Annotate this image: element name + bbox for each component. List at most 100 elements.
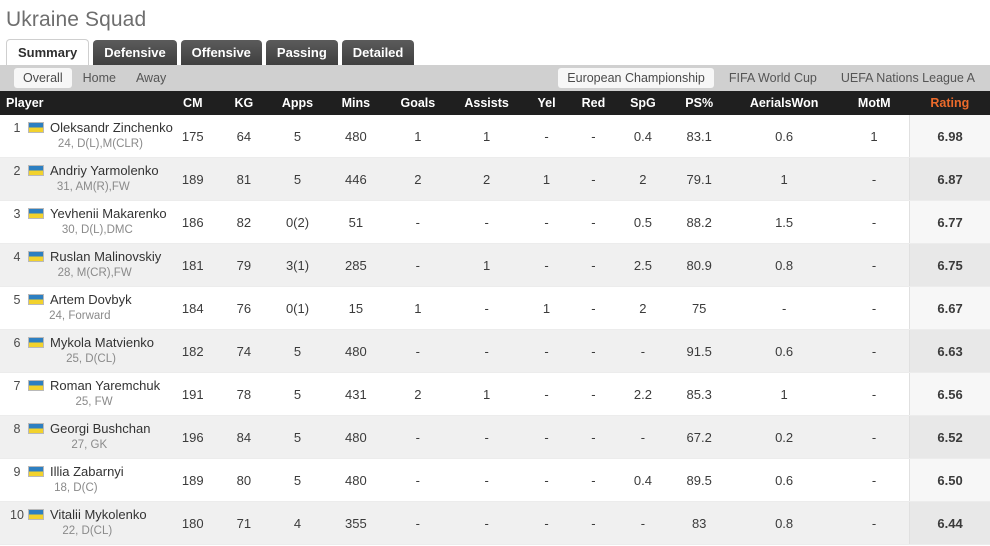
- player-name[interactable]: Illia Zabarnyi: [50, 463, 124, 480]
- cell-goals: -: [386, 330, 451, 373]
- tab-detailed[interactable]: Detailed: [342, 40, 415, 65]
- ukraine-flag-icon: [28, 122, 44, 133]
- table-row[interactable]: 2Andriy Yarmolenko31, AM(R),FW1898154462…: [0, 158, 990, 201]
- player-name[interactable]: Georgi Bushchan: [50, 420, 150, 437]
- column-header-rating[interactable]: Rating: [910, 91, 990, 115]
- player-name[interactable]: Roman Yaremchuk: [50, 377, 160, 394]
- column-header-motm[interactable]: MotM: [839, 91, 910, 115]
- player-age-position: 24, D(L),M(CLR): [28, 136, 173, 153]
- player-name[interactable]: Artem Dovbyk: [50, 291, 132, 308]
- cell-ps: 91.5: [669, 330, 729, 373]
- player-info: Roman Yaremchuk25, FW: [28, 377, 160, 411]
- cell-ps: 85.3: [669, 373, 729, 416]
- competition-filter-european-championship[interactable]: European Championship: [558, 68, 714, 88]
- column-header-aerialswon[interactable]: AerialsWon: [729, 91, 838, 115]
- column-header-red[interactable]: Red: [570, 91, 617, 115]
- player-name[interactable]: Oleksandr Zinchenko: [50, 119, 173, 136]
- cell-cm: 189: [167, 158, 219, 201]
- cell-cm: 196: [167, 416, 219, 459]
- cell-ps: 83: [669, 502, 729, 545]
- cell-ps: 79.1: [669, 158, 729, 201]
- venue-filter-home[interactable]: Home: [74, 68, 125, 88]
- cell-cm: 181: [167, 244, 219, 287]
- tab-passing[interactable]: Passing: [266, 40, 338, 65]
- ukraine-flag-icon: [28, 208, 44, 219]
- table-row[interactable]: 3Yevhenii Makarenko30, D(L),DMC186820(2)…: [0, 201, 990, 244]
- column-header-cm[interactable]: CM: [167, 91, 219, 115]
- cell-goals: -: [386, 416, 451, 459]
- cell-apps: 5: [269, 330, 326, 373]
- player-cell-inner: 10Vitalii Mykolenko22, D(CL): [6, 506, 167, 540]
- table-header-row: PlayerCMKGAppsMinsGoalsAssistsYelRedSpGP…: [0, 91, 990, 115]
- cell-kg: 81: [219, 158, 269, 201]
- player-name[interactable]: Vitalii Mykolenko: [50, 506, 147, 523]
- venue-filter-overall[interactable]: Overall: [14, 68, 72, 88]
- competition-filter-fifa-world-cup[interactable]: FIFA World Cup: [720, 68, 826, 88]
- table-row[interactable]: 1Oleksandr Zinchenko24, D(L),M(CLR)17564…: [0, 115, 990, 158]
- cell-motm: 1: [839, 115, 910, 158]
- cell-motm: -: [839, 158, 910, 201]
- player-info: Yevhenii Makarenko30, D(L),DMC: [28, 205, 167, 239]
- column-header-spg[interactable]: SpG: [617, 91, 669, 115]
- column-header-kg[interactable]: KG: [219, 91, 269, 115]
- table-row[interactable]: 5Artem Dovbyk24, Forward184760(1)151-1-2…: [0, 287, 990, 330]
- competition-filter-group: European Championship FIFA World Cup UEFA …: [552, 68, 984, 88]
- cell-mins: 431: [326, 373, 385, 416]
- tab-defensive[interactable]: Defensive: [93, 40, 176, 65]
- cell-ps: 88.2: [669, 201, 729, 244]
- ukraine-flag-icon: [28, 251, 44, 262]
- player-cell: 8Georgi Bushchan27, GK: [0, 416, 167, 459]
- cell-spg: 0.4: [617, 115, 669, 158]
- cell-assists: 1: [450, 115, 523, 158]
- player-name[interactable]: Mykola Matvienko: [50, 334, 154, 351]
- player-cell: 6Mykola Matvienko25, D(CL): [0, 330, 167, 373]
- column-header-mins[interactable]: Mins: [326, 91, 385, 115]
- player-age-position: 24, Forward: [28, 308, 132, 325]
- cell-spg: 2.5: [617, 244, 669, 287]
- cell-motm: -: [839, 287, 910, 330]
- competition-filter-uefa-nations-league-a[interactable]: UEFA Nations League A: [832, 68, 984, 88]
- player-cell: 5Artem Dovbyk24, Forward: [0, 287, 167, 330]
- table-row[interactable]: 6Mykola Matvienko25, D(CL)182745480-----…: [0, 330, 990, 373]
- cell-spg: -: [617, 502, 669, 545]
- player-cell-inner: 8Georgi Bushchan27, GK: [6, 420, 167, 454]
- player-name[interactable]: Yevhenii Makarenko: [50, 205, 167, 222]
- table-row[interactable]: 7Roman Yaremchuk25, FW19178543121--2.285…: [0, 373, 990, 416]
- player-rank: 3: [6, 205, 28, 223]
- player-cell-inner: 7Roman Yaremchuk25, FW: [6, 377, 167, 411]
- tab-summary[interactable]: Summary: [6, 39, 89, 65]
- venue-filter-away[interactable]: Away: [127, 68, 175, 88]
- cell-assists: -: [450, 201, 523, 244]
- table-row[interactable]: 10Vitalii Mykolenko22, D(CL)180714355---…: [0, 502, 990, 545]
- cell-kg: 84: [219, 416, 269, 459]
- cell-red: -: [570, 502, 617, 545]
- player-name-row: Georgi Bushchan: [28, 420, 150, 437]
- table-row[interactable]: 8Georgi Bushchan27, GK196845480-----67.2…: [0, 416, 990, 459]
- player-age-position: 31, AM(R),FW: [28, 179, 159, 196]
- cell-assists: 1: [450, 244, 523, 287]
- player-name[interactable]: Andriy Yarmolenko: [50, 162, 159, 179]
- cell-aerials: -: [729, 287, 838, 330]
- ukraine-flag-icon: [28, 294, 44, 305]
- column-header-player[interactable]: Player: [0, 91, 167, 115]
- column-header-ps[interactable]: PS%: [669, 91, 729, 115]
- cell-goals: 2: [386, 373, 451, 416]
- column-header-assists[interactable]: Assists: [450, 91, 523, 115]
- cell-goals: -: [386, 201, 451, 244]
- cell-goals: -: [386, 244, 451, 287]
- cell-yel: -: [523, 416, 570, 459]
- ukraine-flag-icon: [28, 509, 44, 520]
- cell-apps: 5: [269, 158, 326, 201]
- column-header-goals[interactable]: Goals: [386, 91, 451, 115]
- tab-offensive[interactable]: Offensive: [181, 40, 262, 65]
- player-name-row: Artem Dovbyk: [28, 291, 132, 308]
- table-row[interactable]: 9Illia Zabarnyi18, D(C)189805480----0.48…: [0, 459, 990, 502]
- cell-mins: 285: [326, 244, 385, 287]
- column-header-yel[interactable]: Yel: [523, 91, 570, 115]
- player-cell-inner: 3Yevhenii Makarenko30, D(L),DMC: [6, 205, 167, 239]
- table-row[interactable]: 4Ruslan Malinovskiy28, M(CR),FW181793(1)…: [0, 244, 990, 287]
- cell-rating: 6.56: [910, 373, 990, 416]
- column-header-apps[interactable]: Apps: [269, 91, 326, 115]
- cell-assists: -: [450, 416, 523, 459]
- player-name[interactable]: Ruslan Malinovskiy: [50, 248, 161, 265]
